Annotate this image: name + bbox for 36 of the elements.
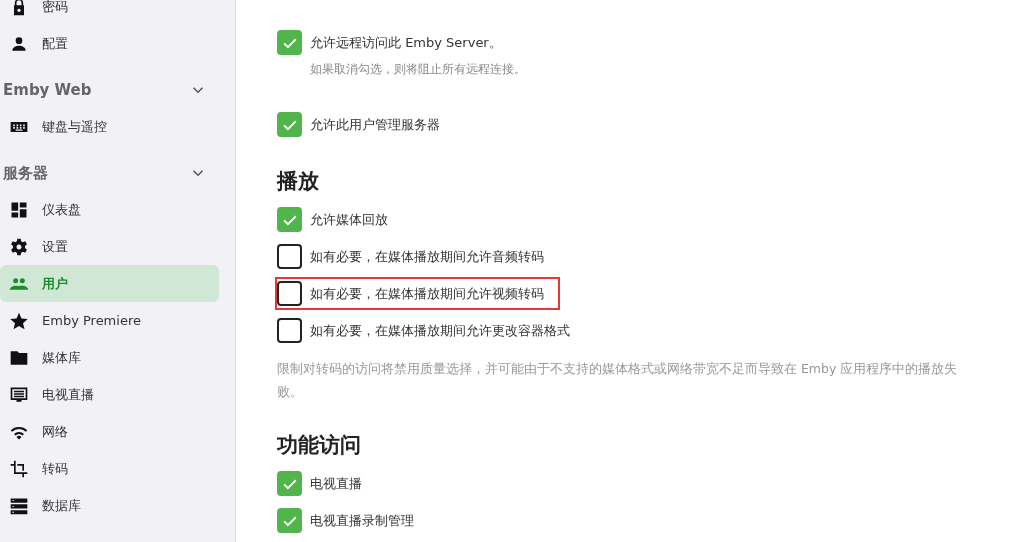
checkbox-label: 允许媒体回放: [310, 210, 388, 229]
checkbox-label: 如有必要，在媒体播放期间允许音频转码: [310, 247, 544, 266]
checkbox[interactable]: [277, 244, 302, 269]
sidebar-item[interactable]: 电视直播: [0, 376, 219, 413]
checkbox-label: 电视直播录制管理: [310, 511, 414, 530]
highlight-box[interactable]: 如有必要，在媒体播放期间允许视频转码: [275, 277, 560, 310]
sidebar-item[interactable]: 设置: [0, 228, 219, 265]
checkbox[interactable]: [277, 30, 302, 55]
checkbox[interactable]: [277, 207, 302, 232]
section-title: 功能访问: [277, 432, 362, 459]
checkbox[interactable]: [277, 112, 302, 137]
hint-text: 如果取消勾选，则将阻止所有远程连接。: [310, 61, 527, 78]
checkbox-label: 允许此用户管理服务器: [310, 115, 440, 134]
sidebar-item[interactable]: 网络: [0, 413, 219, 450]
checkbox-label: 如有必要，在媒体播放期间允许更改容器格式: [310, 321, 570, 340]
sidebar-item[interactable]: 配置: [0, 25, 219, 62]
section-header[interactable]: 服务器: [3, 163, 48, 183]
checkbox[interactable]: [277, 471, 302, 496]
note-text: 限制对转码的访问将禁用质量选择，并可能由于不支持的媒体格式或网络带宽不足而导致在 Emby 应用程序中的播放失败。: [277, 360, 959, 401]
checkbox-label: 如有必要，在媒体播放期间允许视频转码: [310, 284, 544, 303]
sidebar-item[interactable]: 密码: [0, 0, 219, 25]
checkbox-label: 允许远程访问此 Emby Server。: [310, 33, 502, 52]
checkbox[interactable]: [277, 508, 302, 533]
sidebar-item[interactable]: 键盘与遥控: [0, 108, 219, 145]
sidebar-item[interactable]: 媒体库: [0, 339, 219, 376]
section-header[interactable]: Emby Web: [3, 81, 92, 99]
crop-icon: [9, 458, 29, 479]
sidebar-item[interactable]: Emby Premiere: [0, 302, 219, 339]
sidebar-item[interactable]: 转码: [0, 450, 219, 487]
checkbox[interactable]: [277, 318, 302, 343]
settings-icon: [9, 236, 29, 257]
checkbox[interactable]: [277, 281, 302, 306]
checkbox-label: 电视直播: [310, 474, 362, 493]
sidebar-item[interactable]: 数据库: [0, 487, 219, 524]
sidebar-item[interactable]: 仪表盘: [0, 191, 219, 228]
section-title: 播放: [277, 168, 320, 195]
